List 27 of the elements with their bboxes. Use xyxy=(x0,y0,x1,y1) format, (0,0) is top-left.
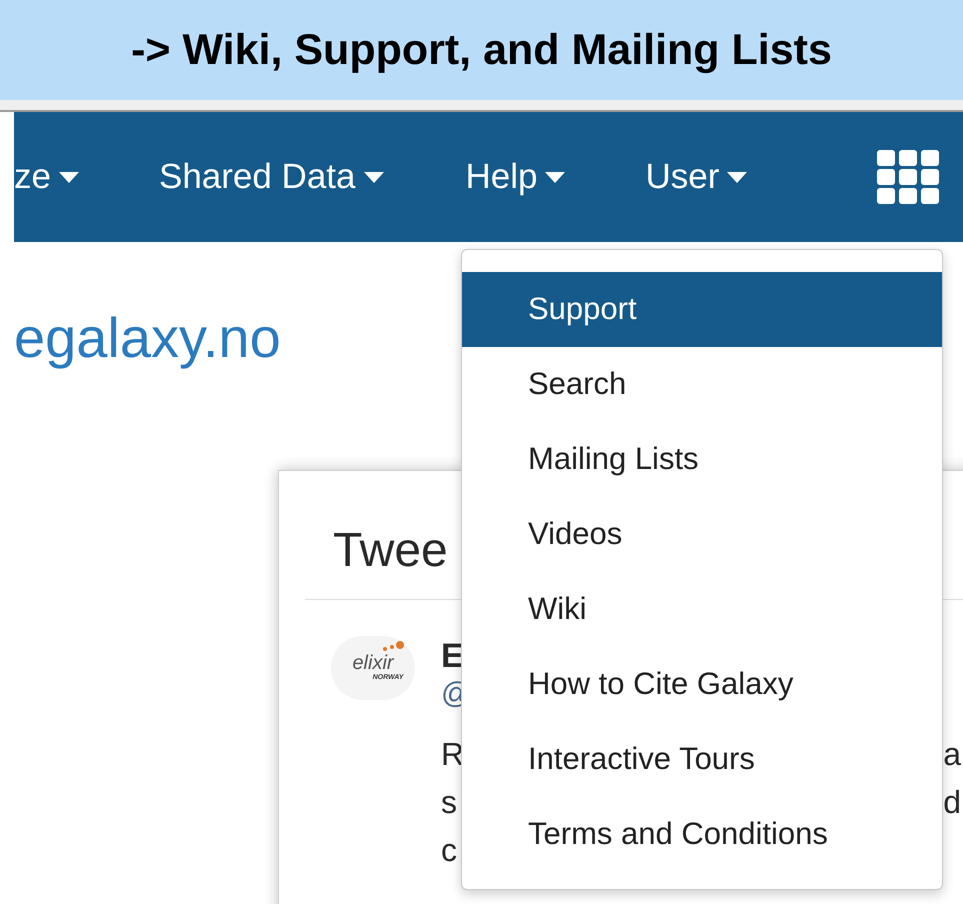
apps-grid-icon[interactable] xyxy=(877,150,939,204)
card-title: Twee xyxy=(333,524,448,577)
dropdown-item[interactable]: Interactive Tours xyxy=(462,722,942,797)
tweet-text: s xyxy=(441,783,457,822)
dropdown-item[interactable]: Videos xyxy=(462,497,942,572)
site-title: egalaxy.no xyxy=(14,306,281,369)
nav-menu-item[interactable]: ze xyxy=(14,150,79,204)
dropdown-item[interactable]: Support xyxy=(462,272,942,347)
tweet-text: d xyxy=(943,783,961,822)
banner-title: -> Wiki, Support, and Mailing Lists xyxy=(131,24,832,76)
tweet-text: c xyxy=(441,831,457,870)
dropdown-item[interactable]: Mailing Lists xyxy=(462,422,942,497)
logo-text: elixir xyxy=(352,652,394,673)
dropdown-item[interactable]: Terms and Conditions xyxy=(462,797,942,872)
tweet-text: a xyxy=(943,735,961,774)
tweet-author: E xyxy=(441,636,465,676)
dropdown-item[interactable]: How to Cite Galaxy xyxy=(462,647,942,722)
nav-menu-item[interactable]: Shared Data xyxy=(158,150,384,204)
caret-icon xyxy=(58,172,79,182)
caret-icon xyxy=(545,172,566,182)
dropdown-item[interactable]: Search xyxy=(462,347,942,422)
tweet-text: R xyxy=(441,735,464,774)
caret-icon xyxy=(364,172,384,182)
nav-menu-item[interactable]: User xyxy=(645,150,748,204)
nav-menu-item[interactable]: Help xyxy=(466,150,566,204)
caret-icon xyxy=(727,172,748,182)
dropdown-item[interactable]: Wiki xyxy=(462,572,942,647)
